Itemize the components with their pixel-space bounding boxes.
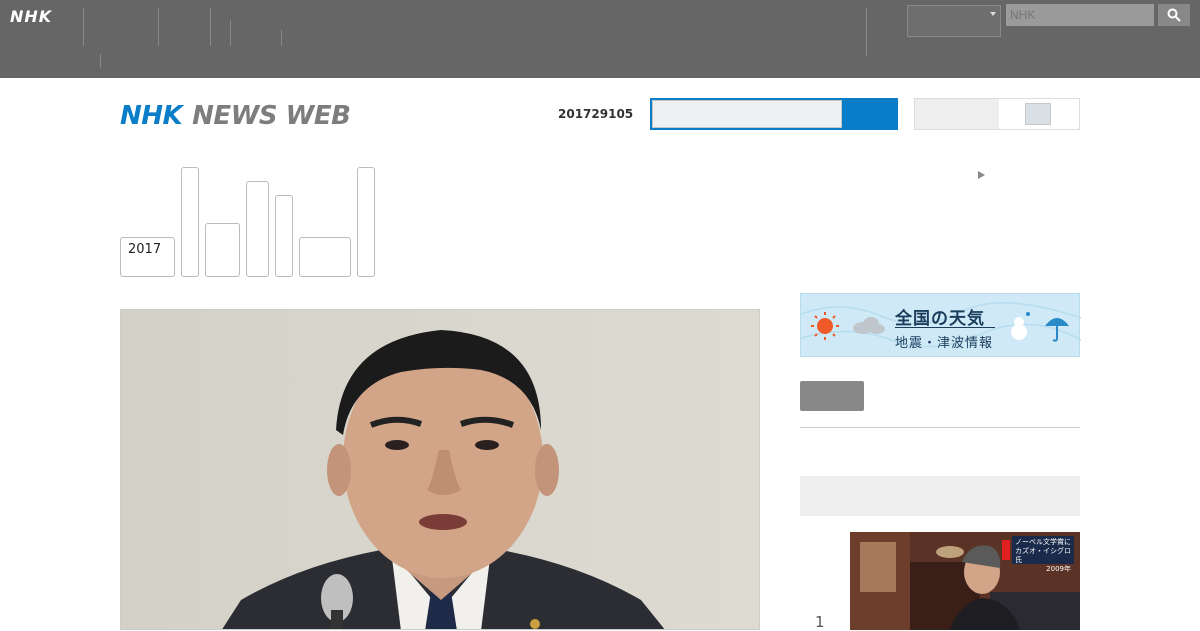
main-news-photo[interactable] (120, 309, 760, 630)
caption-line: 2009年 (1046, 565, 1071, 573)
news-web-logo-nhk: NHK (120, 101, 183, 131)
weather-banner-title: 全国の天気 (895, 309, 985, 329)
header-date: 201729105 (558, 107, 634, 121)
chevron-down-icon (990, 12, 996, 16)
gnav-separator (158, 8, 159, 46)
news-search-box (650, 98, 898, 130)
weather-banner-subtitle: 地震・津波情報 (895, 336, 994, 351)
caption-line: カズオ・イシグロ氏 (1015, 547, 1071, 564)
side-link-tile[interactable] (800, 381, 864, 411)
weather-banner[interactable]: 全国の天気 地震・津波情報 (800, 293, 1081, 357)
cloud-icon (853, 317, 885, 334)
language-select[interactable] (907, 5, 1001, 37)
category-tab-line2: 2017 (128, 242, 162, 257)
category-tab[interactable] (275, 195, 293, 277)
ranking-number: 1 (815, 613, 825, 631)
caption-line: ノーベル文学賞に (1015, 538, 1071, 546)
display-toggle-switch[interactable] (1025, 103, 1051, 125)
category-tab[interactable] (299, 237, 351, 277)
news-search-input[interactable] (652, 100, 842, 128)
breaking-tag (1002, 540, 1010, 560)
category-tab[interactable] (246, 181, 269, 277)
ranking-thumbnail[interactable]: ノーベル文学賞に カズオ・イシグロ氏 2009年 (850, 532, 1080, 630)
search-icon (1167, 8, 1181, 22)
category-tab[interactable] (181, 167, 199, 277)
umbrella-icon (1045, 318, 1069, 342)
gnav-separator (100, 54, 101, 68)
ranking-heading (800, 476, 1080, 516)
gnav-separator (866, 8, 867, 56)
gnav-separator (230, 20, 231, 46)
global-search-button[interactable] (1158, 4, 1190, 26)
category-tab[interactable]: 2017 (120, 237, 175, 277)
news-web-logo-text: NEWS WEB (192, 101, 351, 131)
global-search-input[interactable] (1006, 4, 1154, 26)
top-right-link[interactable] (978, 171, 992, 179)
display-toggle-label (915, 99, 999, 129)
gnav-separator (281, 30, 282, 46)
ranking-thumbnail-caption: ノーベル文学賞に カズオ・イシグロ氏 2009年 (1002, 536, 1074, 573)
gnav-separator (83, 8, 84, 46)
global-header: NHK (0, 0, 1200, 78)
display-toggle[interactable] (914, 98, 1080, 130)
arrow-right-icon (978, 171, 985, 179)
sidebar-divider (800, 427, 1080, 428)
sun-icon (811, 312, 839, 340)
nhk-logo[interactable]: NHK (10, 7, 52, 26)
news-web-logo[interactable]: NHK NEWS WEB (120, 100, 351, 132)
category-tab[interactable] (205, 223, 240, 277)
gnav-separator (210, 8, 211, 46)
weather-banner-divider (895, 327, 995, 328)
category-tab[interactable] (357, 167, 375, 277)
snowman-icon (1011, 312, 1030, 340)
person-photo-illustration (121, 310, 759, 629)
